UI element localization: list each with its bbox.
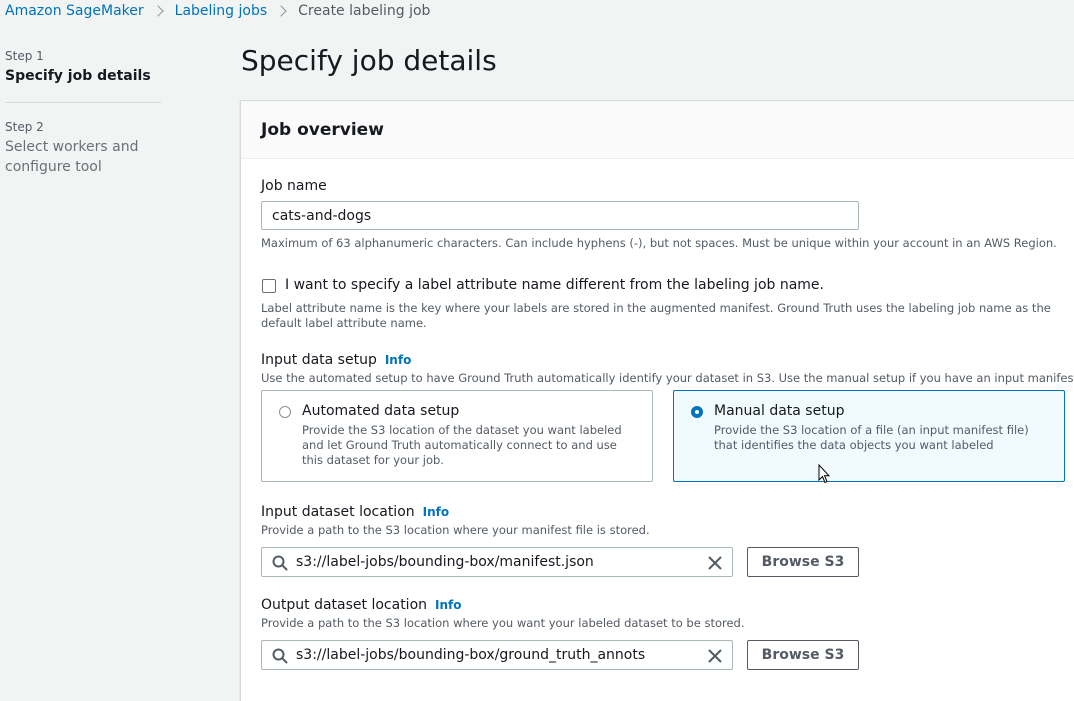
chevron-right-icon bbox=[151, 5, 164, 17]
automated-data-setup-title: Automated data setup bbox=[302, 403, 460, 419]
breadcrumb-sagemaker[interactable]: Amazon SageMaker bbox=[5, 3, 144, 19]
input-data-setup-description: Use the automated setup to have Ground T… bbox=[261, 371, 1074, 385]
step-2-title: Select workers and configure tool bbox=[5, 139, 139, 175]
browse-s3-output-button[interactable]: Browse S3 bbox=[747, 640, 859, 670]
job-name-label: Job name bbox=[261, 178, 327, 194]
breadcrumb: Amazon SageMaker Labeling jobs Create la… bbox=[5, 2, 430, 20]
output-dataset-location-description: Provide a path to the S3 location where … bbox=[261, 616, 745, 630]
input-data-setup-label: Input data setup bbox=[261, 352, 377, 368]
automated-data-setup-tile[interactable]: Automated data setup Provide the S3 loca… bbox=[261, 390, 653, 482]
mouse-cursor-icon bbox=[818, 464, 830, 484]
output-dataset-location-input[interactable]: s3://label-jobs/bounding-box/ground_trut… bbox=[261, 640, 733, 670]
browse-s3-input-button[interactable]: Browse S3 bbox=[747, 547, 859, 577]
page-title: Specify job details bbox=[241, 44, 497, 77]
chevron-right-icon bbox=[275, 5, 287, 17]
job-overview-heading: Job overview bbox=[261, 120, 384, 140]
breadcrumb-current: Create labeling job bbox=[298, 3, 431, 19]
step-1-number: Step 1 bbox=[5, 49, 44, 63]
input-dataset-location-label: Input dataset location bbox=[261, 504, 415, 520]
container-header: Job overview bbox=[241, 101, 1074, 159]
label-attribute-checkbox-label[interactable]: I want to specify a label attribute name… bbox=[285, 277, 824, 293]
clear-icon[interactable] bbox=[708, 649, 722, 663]
breadcrumb-labeling-jobs[interactable]: Labeling jobs bbox=[175, 3, 268, 19]
automated-data-setup-description: Provide the S3 location of the dataset y… bbox=[302, 423, 622, 467]
input-dataset-location-input[interactable]: s3://label-jobs/bounding-box/manifest.js… bbox=[261, 547, 733, 577]
info-link[interactable]: Info bbox=[423, 505, 449, 519]
output-dataset-location-label: Output dataset location bbox=[261, 597, 428, 613]
input-dataset-location-value: s3://label-jobs/bounding-box/manifest.js… bbox=[296, 554, 594, 570]
step-2: Step 2 Select workers and configure tool bbox=[5, 119, 161, 177]
input-dataset-location-heading: Input dataset location Info bbox=[261, 504, 449, 520]
info-link[interactable]: Info bbox=[385, 353, 411, 367]
clear-icon[interactable] bbox=[708, 556, 722, 570]
search-icon bbox=[272, 648, 288, 664]
input-dataset-location-description: Provide a path to the S3 location where … bbox=[261, 523, 650, 537]
info-link[interactable]: Info bbox=[435, 598, 461, 612]
search-icon bbox=[272, 555, 288, 571]
output-dataset-location-value: s3://label-jobs/bounding-box/ground_trut… bbox=[296, 647, 646, 663]
manual-data-setup-title: Manual data setup bbox=[714, 403, 845, 419]
manual-data-setup-description: Provide the S3 location of a file (an in… bbox=[714, 423, 1029, 452]
step-1-title: Specify job details bbox=[5, 68, 151, 84]
job-name-hint: Maximum of 63 alphanumeric characters. C… bbox=[261, 236, 1057, 250]
automated-data-setup-radio[interactable] bbox=[279, 406, 291, 418]
output-dataset-location-heading: Output dataset location Info bbox=[261, 597, 462, 613]
label-attribute-hint: Label attribute name is the key where yo… bbox=[261, 301, 1051, 330]
step-2-number: Step 2 bbox=[5, 120, 44, 134]
step-divider bbox=[5, 102, 161, 103]
job-name-input[interactable] bbox=[261, 201, 859, 230]
wizard-steps: Step 1 Specify job details Step 2 Select… bbox=[5, 48, 161, 177]
manual-data-setup-tile[interactable]: Manual data setup Provide the S3 locatio… bbox=[673, 390, 1065, 482]
job-overview-container: Job overview Job name Maximum of 63 alph… bbox=[240, 100, 1074, 701]
step-1: Step 1 Specify job details bbox=[5, 48, 161, 86]
input-data-setup-heading: Input data setup Info bbox=[261, 352, 411, 368]
manual-data-setup-radio[interactable] bbox=[691, 406, 703, 418]
label-attribute-checkbox[interactable] bbox=[262, 279, 276, 293]
